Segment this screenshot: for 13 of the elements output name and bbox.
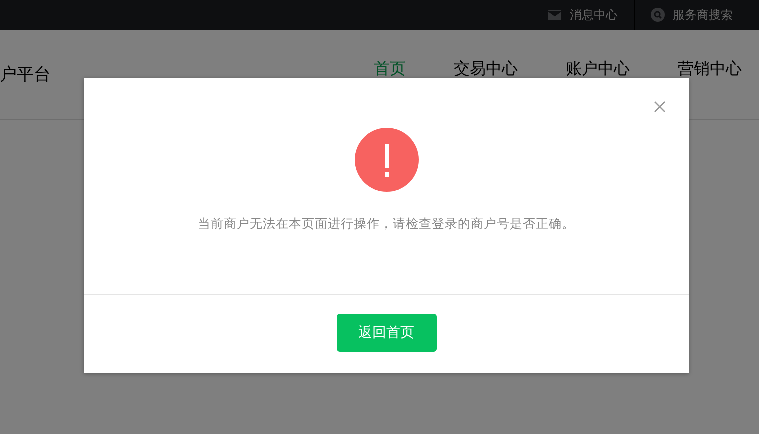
mail-icon [548, 10, 562, 20]
logo-text: 户平台 [0, 64, 51, 86]
nav-tab[interactable]: 交易中心 [454, 59, 518, 80]
top-link[interactable]: 服务商搜索 [634, 0, 749, 30]
error-message: 当前商户无法在本页面进行操作，请检查登录的商户号是否正确。 [198, 216, 575, 233]
search-icon [651, 8, 665, 22]
warning-icon [354, 128, 418, 192]
close-icon[interactable] [654, 101, 666, 113]
nav-tab[interactable]: 首页 [374, 59, 406, 80]
nav-tab[interactable]: 营销中心 [678, 59, 742, 80]
back-home-button[interactable]: 返回首页 [336, 314, 436, 352]
top-link[interactable]: 消息中心 [532, 0, 634, 30]
nav-tab[interactable]: 账户中心 [566, 59, 630, 80]
